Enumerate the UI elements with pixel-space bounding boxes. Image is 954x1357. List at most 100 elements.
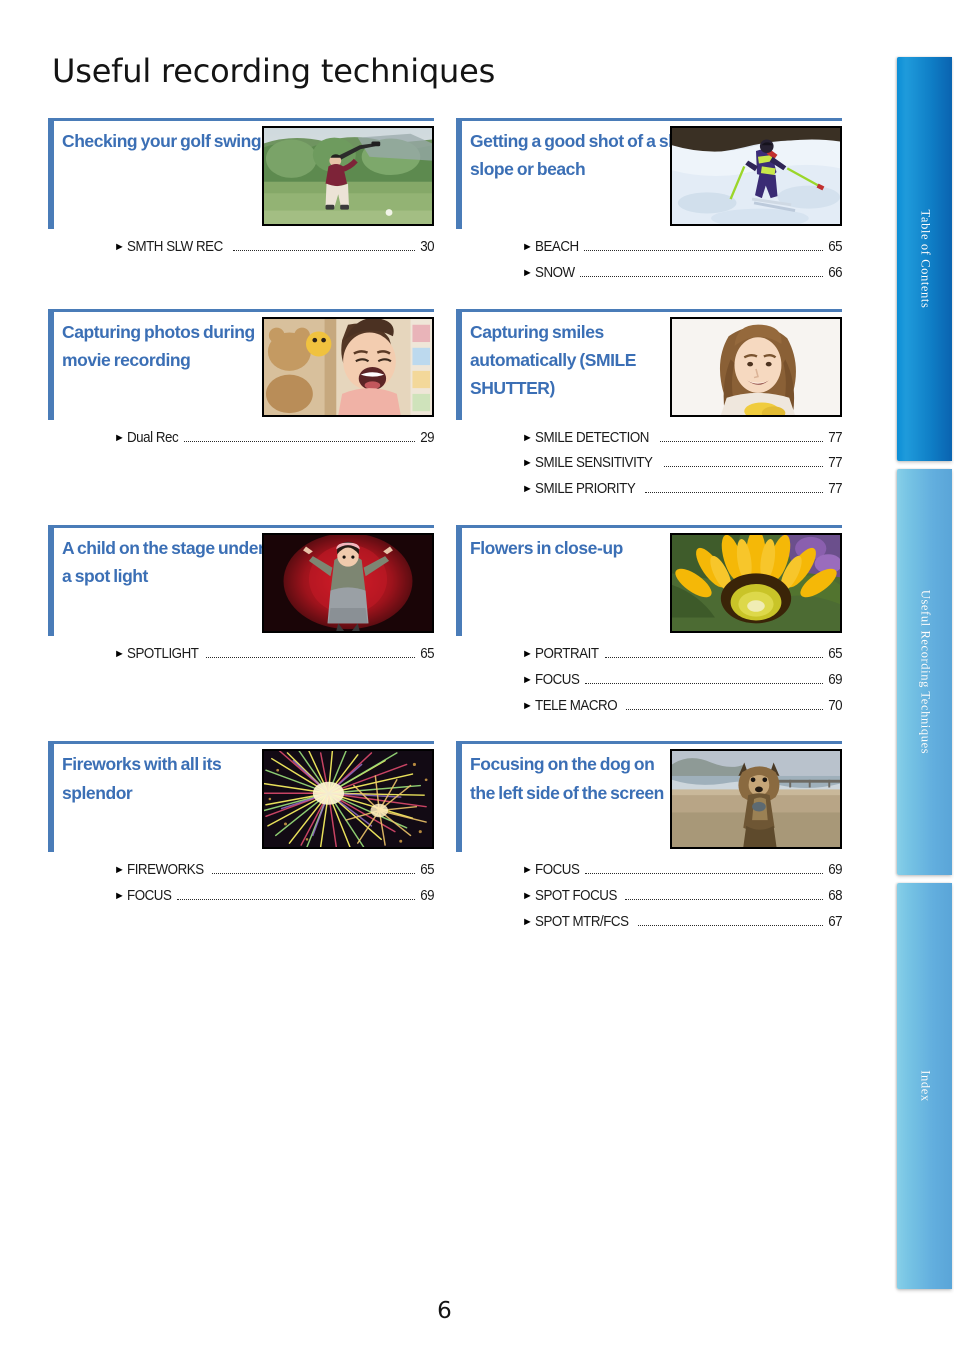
technique-card[interactable]: Focusing on the dog on the left side of … [456, 741, 842, 935]
toc-entry[interactable]: ► SMTH SLW REC 30 [114, 235, 434, 261]
card-box: Flowers in close-up [456, 524, 842, 636]
triangle-bullet-icon: ► [522, 241, 533, 253]
technique-card[interactable]: Capturing photos during movie recording [48, 308, 434, 452]
card-title: Capturing smiles automatically (SMILE SH… [470, 321, 637, 399]
card-title: Fireworks with all its splendor [62, 754, 222, 803]
toc-entry[interactable]: ► FIREWORKS 65 [114, 858, 434, 884]
card-row: A child on the stage under a spot light [48, 524, 842, 720]
dot-leader [625, 898, 823, 901]
toc-entry[interactable]: ► SNOW 66 [522, 261, 842, 287]
side-tab-label: Table of Contents [918, 209, 932, 309]
dot-leader [232, 249, 415, 251]
entry-label: FIREWORKS [127, 862, 205, 879]
toc-entry[interactable]: ► BEACH 65 [522, 235, 842, 261]
dot-leader [664, 465, 823, 468]
dot-leader [638, 924, 823, 926]
dot-leader [583, 249, 823, 251]
triangle-bullet-icon: ► [522, 890, 533, 903]
dot-leader [584, 872, 823, 875]
ski-slope-photo [670, 126, 842, 226]
triangle-bullet-icon: ► [114, 647, 125, 660]
card-title: Getting a good shot of a ski slope or be… [470, 131, 682, 180]
entry-label: SMILE PRIORITY [535, 481, 636, 498]
side-tab-index[interactable]: Index [897, 883, 952, 1289]
card-box: Focusing on the dog on the left side of … [456, 741, 842, 853]
smiling-girl-photo [670, 316, 842, 417]
card-inner: Fireworks with all its splendor [48, 744, 434, 850]
entry-label: PORTRAIT [535, 645, 599, 662]
technique-card[interactable]: Flowers in close-up ► PORTRAIT 65 ► FOCU… [456, 524, 842, 720]
toc-entry[interactable]: ► SMILE PRIORITY 77 [522, 477, 842, 503]
toc-entry[interactable]: ► PORTRAIT 65 [522, 642, 842, 668]
card-title: Capturing photos during movie recording [62, 321, 255, 370]
toc-entry[interactable]: ► FOCUS 69 [522, 858, 842, 884]
toc-entry[interactable]: ► SMILE SENSITIVITY 77 [522, 451, 842, 477]
toc-entry[interactable]: ► SPOT MTR/FCS 67 [522, 910, 842, 936]
entry-list: ► BEACH 65 ► SNOW 66 [456, 235, 842, 287]
card-box: Getting a good shot of a ski slope or be… [456, 118, 842, 229]
entry-page: 67 [828, 913, 842, 930]
toc-entry[interactable]: ► FOCUS 69 [114, 884, 434, 910]
toc-entry[interactable]: ► Dual Rec 29 [114, 426, 434, 452]
entry-page: 30 [420, 239, 434, 255]
card-column-right: Focusing on the dog on the left side of … [456, 741, 842, 935]
entry-label: SNOW [535, 264, 576, 281]
entry-list: ► Dual Rec 29 [48, 426, 434, 452]
dot-leader [605, 656, 823, 658]
card-title: A child on the stage under a spot light [62, 537, 265, 587]
entry-list: ► FIREWORKS 65 ► FOCUS 69 [48, 858, 434, 910]
card-inner: Checking your golf swing [48, 121, 434, 226]
technique-card[interactable]: Getting a good shot of a ski slope or be… [456, 118, 842, 287]
page-title: Useful recording techniques [52, 52, 496, 90]
child-on-stage-photo [262, 532, 434, 633]
toc-entry[interactable]: ► SPOT FOCUS 68 [522, 884, 842, 910]
side-tab-label: Index [918, 1070, 932, 1102]
dot-leader [579, 275, 823, 277]
side-tab-table-of-contents[interactable]: Table of Contents [897, 57, 952, 461]
entry-label: SMTH SLW REC [127, 239, 224, 255]
card-inner: Getting a good shot of a ski slope or be… [456, 121, 842, 226]
side-tab-useful-recording-techniques[interactable]: Useful Recording Techniques [897, 469, 952, 875]
entry-page: 69 [420, 888, 434, 905]
page-number: 6 [437, 1298, 452, 1324]
entry-label: SMILE DETECTION [535, 429, 650, 446]
entry-page: 70 [828, 697, 842, 714]
fireworks-photo [262, 749, 434, 850]
dot-leader [625, 708, 823, 710]
triangle-bullet-icon: ► [522, 915, 533, 928]
toc-entry[interactable]: ► TELE MACRO 70 [522, 694, 842, 720]
card-title: Checking your golf swing [62, 131, 262, 151]
triangle-bullet-icon: ► [114, 890, 125, 903]
entry-label: SPOTLIGHT [127, 645, 199, 662]
side-tab-bar: Table of Contents Useful Recording Techn… [894, 57, 954, 1289]
dot-leader [176, 898, 415, 901]
card-grid: Checking your golf swing ► SMTH SLW REC … [48, 118, 842, 936]
card-column-right: Capturing smiles automatically (SMILE SH… [456, 308, 842, 503]
card-column-right: Flowers in close-up ► PORTRAIT 65 ► FOCU… [456, 524, 842, 720]
technique-card[interactable]: Fireworks with all its splendor ► FIREWO… [48, 741, 434, 910]
technique-card[interactable]: A child on the stage under a spot light [48, 524, 434, 668]
entry-page: 68 [828, 888, 842, 905]
technique-card[interactable]: Capturing smiles automatically (SMILE SH… [456, 308, 842, 503]
card-inner: Capturing smiles automatically (SMILE SH… [456, 312, 842, 417]
entry-list: ► FOCUS 69 ► SPOT FOCUS 68 ► SPOT MTR/FC… [456, 858, 842, 935]
document-page: Useful recording techniques Checking you… [0, 0, 954, 1357]
triangle-bullet-icon: ► [522, 864, 533, 877]
entry-page: 65 [420, 862, 434, 879]
entry-label: SMILE SENSITIVITY [535, 455, 653, 472]
entry-page: 69 [828, 862, 842, 879]
triangle-bullet-icon: ► [114, 241, 125, 253]
triangle-bullet-icon: ► [114, 864, 125, 877]
entry-list: ► SMTH SLW REC 30 [48, 235, 434, 261]
laughing-child-photo [262, 316, 434, 417]
technique-card[interactable]: Checking your golf swing ► SMTH SLW REC … [48, 118, 434, 261]
card-row: Capturing photos during movie recording [48, 308, 842, 503]
entry-page: 65 [828, 239, 842, 255]
toc-entry[interactable]: ► SMILE DETECTION 77 [522, 426, 842, 452]
entry-label: Dual Rec [127, 429, 179, 446]
toc-entry[interactable]: ► SPOTLIGHT 65 [114, 642, 434, 668]
dot-leader [206, 656, 415, 658]
toc-entry[interactable]: ► FOCUS 69 [522, 668, 842, 694]
side-tab-label: Useful Recording Techniques [918, 589, 932, 755]
entry-list: ► SPOTLIGHT 65 [48, 642, 434, 668]
